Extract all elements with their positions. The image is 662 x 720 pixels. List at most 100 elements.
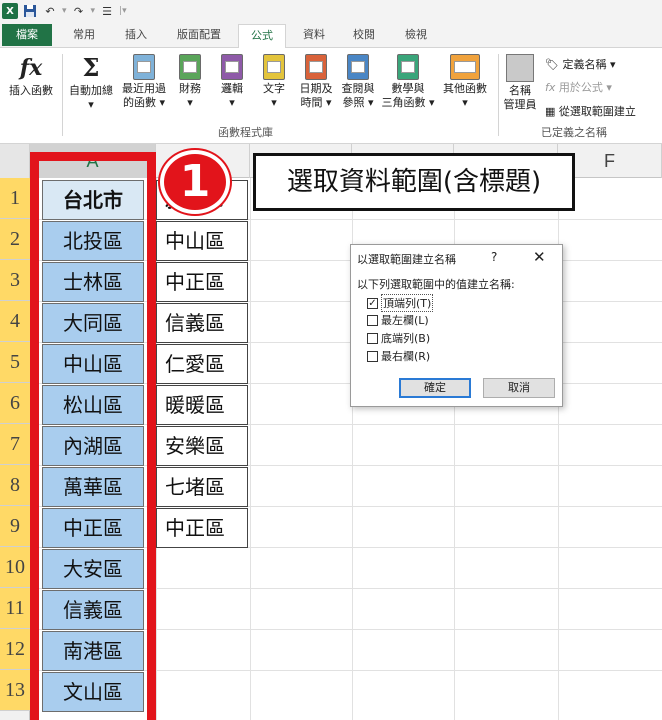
create-from-selection-button[interactable]: ▦ 從選取範圍建立 bbox=[545, 103, 636, 119]
autosum-button[interactable]: Σ 自動加總 ▾ bbox=[66, 54, 116, 112]
checkbox[interactable] bbox=[367, 350, 378, 362]
row-headers: 1 2 3 4 5 6 7 8 9 10 11 12 13 bbox=[0, 178, 30, 720]
redo-dropdown-icon[interactable]: ▾ bbox=[91, 6, 96, 16]
tab-page-layout[interactable]: 版面配置 bbox=[166, 24, 232, 48]
tab-review[interactable]: 校閱 bbox=[342, 24, 386, 48]
row-header[interactable]: 3 bbox=[0, 260, 30, 301]
undo-icon[interactable]: ↶ bbox=[42, 3, 58, 19]
right-column-label: 最右欄(R) bbox=[381, 350, 431, 363]
lookup-label: 查閱與 bbox=[341, 82, 375, 95]
top-row-label: 頂端列(T) bbox=[381, 294, 434, 312]
quick-access-toolbar: X ↶ ▾ ↷ ▾ ☰ |▾ bbox=[0, 0, 662, 22]
cell-b9[interactable]: 中正區 bbox=[156, 508, 248, 548]
insert-function-button[interactable]: fx 插入函數 bbox=[4, 54, 58, 98]
row-header[interactable]: 2 bbox=[0, 219, 30, 260]
row-header[interactable]: 13 bbox=[0, 670, 30, 711]
help-icon[interactable]: ? bbox=[491, 250, 497, 264]
financial-book-icon bbox=[179, 54, 201, 80]
row-header[interactable]: 8 bbox=[0, 465, 30, 506]
redo-icon[interactable]: ↷ bbox=[71, 3, 87, 19]
math-label-2: 三角函數 ▾ bbox=[381, 96, 435, 109]
autosum-label: 自動加總 bbox=[69, 84, 113, 97]
star-book-icon bbox=[133, 54, 155, 80]
right-column-option[interactable]: 最右欄(R) bbox=[367, 348, 430, 364]
row-header[interactable]: 10 bbox=[0, 547, 30, 588]
select-all-corner[interactable] bbox=[0, 144, 30, 178]
row-header[interactable]: 6 bbox=[0, 383, 30, 424]
name-manager-label: 名稱 bbox=[509, 84, 531, 97]
group-divider bbox=[62, 54, 63, 136]
row-header[interactable]: 1 bbox=[0, 178, 30, 219]
cell-b2[interactable]: 中山區 bbox=[156, 221, 248, 261]
tab-data[interactable]: 資料 bbox=[292, 24, 336, 48]
row-header[interactable]: 11 bbox=[0, 588, 30, 629]
use-in-formula-button[interactable]: fx 用於公式 ▾ bbox=[545, 79, 612, 95]
row-header[interactable]: 4 bbox=[0, 301, 30, 342]
grid-icon: ▦ bbox=[545, 105, 556, 118]
undo-dropdown-icon[interactable]: ▾ bbox=[62, 6, 67, 16]
close-icon[interactable]: ✕ bbox=[533, 248, 546, 266]
tab-formulas[interactable]: 公式 bbox=[238, 24, 286, 49]
cell-b6[interactable]: 暖暖區 bbox=[156, 385, 248, 425]
tab-view[interactable]: 檢視 bbox=[394, 24, 438, 48]
row-header[interactable]: 12 bbox=[0, 629, 30, 670]
date-time-label-2: 時間 ▾ bbox=[300, 96, 332, 109]
math-trig-button[interactable]: 數學與 三角函數 ▾ bbox=[380, 54, 436, 110]
tab-insert[interactable]: 插入 bbox=[114, 24, 158, 48]
ribbon: fx 插入函數 Σ 自動加總 ▾ 最近用過 的函數 ▾ 財務 ▾ 邏輯 ▾ 文字… bbox=[0, 48, 662, 144]
math-label: 數學與 bbox=[391, 82, 425, 95]
tab-file[interactable]: 檔案 bbox=[2, 24, 52, 46]
text-label: 文字 bbox=[263, 82, 285, 95]
left-column-label: 最左欄(L) bbox=[381, 314, 429, 327]
dialog-title: 以選取範圍建立名稱 bbox=[357, 253, 456, 266]
insert-function-label: 插入函數 bbox=[9, 84, 53, 97]
cell-b7[interactable]: 安樂區 bbox=[156, 426, 248, 466]
autosum-dropdown: ▾ bbox=[88, 98, 94, 111]
excel-app-icon: X bbox=[2, 3, 18, 19]
cancel-button[interactable]: 取消 bbox=[483, 378, 555, 398]
row-header[interactable]: 7 bbox=[0, 424, 30, 465]
row-header[interactable]: 5 bbox=[0, 342, 30, 383]
ok-button[interactable]: 確定 bbox=[399, 378, 471, 398]
cell-b5[interactable]: 仁愛區 bbox=[156, 344, 248, 384]
define-name-button[interactable]: 🏷 定義名稱 ▾ bbox=[545, 56, 616, 72]
financial-button[interactable]: 財務 ▾ bbox=[172, 54, 208, 110]
row-header[interactable]: 9 bbox=[0, 506, 30, 547]
cell-b4[interactable]: 信義區 bbox=[156, 303, 248, 343]
cell-b3[interactable]: 中正區 bbox=[156, 262, 248, 302]
top-row-option[interactable]: ✓ 頂端列(T) bbox=[367, 294, 434, 312]
tag-icon: 🏷 bbox=[545, 58, 559, 71]
bottom-row-option[interactable]: 底端列(B) bbox=[367, 330, 430, 346]
math-book-icon bbox=[397, 54, 419, 80]
more-functions-dropdown: ▾ bbox=[462, 96, 468, 109]
name-manager-icon bbox=[506, 54, 534, 82]
dialog-prompt: 以下列選取範圍中的值建立名稱: bbox=[357, 278, 515, 291]
ribbon-tabs: 檔案 常用 插入 版面配置 公式 資料 校閱 檢視 bbox=[0, 22, 662, 49]
tab-home[interactable]: 常用 bbox=[62, 24, 106, 48]
more-functions-label: 其他函數 bbox=[443, 82, 487, 95]
left-column-option[interactable]: 最左欄(L) bbox=[367, 312, 429, 328]
logical-button[interactable]: 邏輯 ▾ bbox=[214, 54, 250, 110]
formula-icon: fx bbox=[545, 81, 556, 94]
save-icon[interactable] bbox=[22, 3, 38, 19]
checkbox[interactable] bbox=[367, 314, 378, 326]
create-names-dialog: 以選取範圍建立名稱 ? ✕ 以下列選取範圍中的值建立名稱: ✓ 頂端列(T) 最… bbox=[350, 244, 563, 407]
name-manager-label-2: 管理員 bbox=[503, 98, 537, 111]
name-manager-button[interactable]: 名稱 管理員 bbox=[500, 54, 540, 112]
lookup-reference-button[interactable]: 查閱與 參照 ▾ bbox=[338, 54, 378, 110]
text-book-icon bbox=[263, 54, 285, 80]
format-icon[interactable]: ☰ bbox=[99, 3, 115, 19]
text-button[interactable]: 文字 ▾ bbox=[256, 54, 292, 110]
recently-used-label-2: 的函數 ▾ bbox=[122, 96, 166, 109]
more-functions-button[interactable]: 其他函數 ▾ bbox=[438, 54, 492, 110]
selection-highlight-frame bbox=[30, 152, 156, 720]
checkbox-checked[interactable]: ✓ bbox=[367, 297, 378, 309]
recently-used-button[interactable]: 最近用過 的函數 ▾ bbox=[118, 54, 170, 110]
cell-b8[interactable]: 七堵區 bbox=[156, 467, 248, 507]
logical-label: 邏輯 bbox=[221, 82, 243, 95]
date-time-button[interactable]: 日期及 時間 ▾ bbox=[296, 54, 336, 110]
date-time-book-icon bbox=[305, 54, 327, 80]
checkbox[interactable] bbox=[367, 332, 378, 344]
group-divider-2 bbox=[498, 54, 499, 136]
customize-qat-icon[interactable]: |▾ bbox=[119, 6, 127, 16]
